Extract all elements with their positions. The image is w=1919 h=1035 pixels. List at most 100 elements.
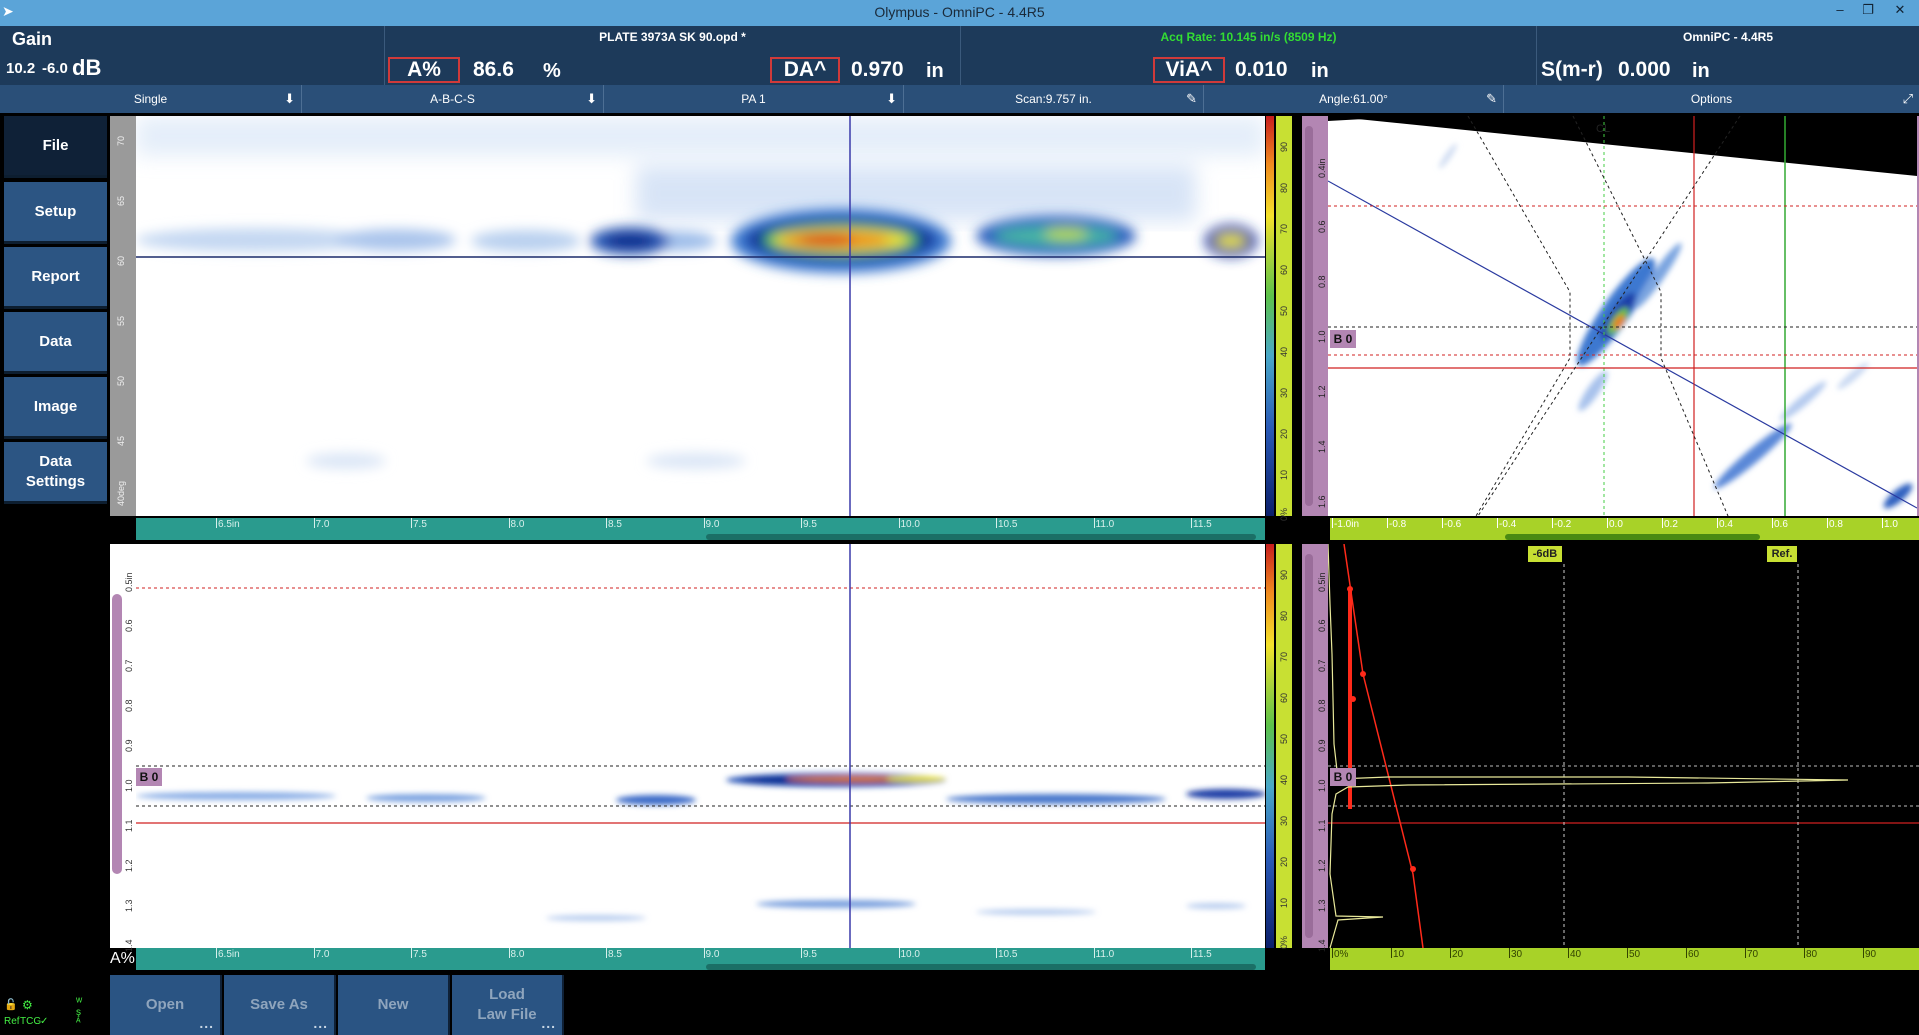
ruler-tick-label: 9.5 [803, 949, 817, 960]
bscan-scan-ruler[interactable]: 6.5in 7.0 7.5 8.0 8.5 9.0 9.5 10.0 10.5 11.0 11.5 [136, 948, 1265, 970]
bscan-palette-ruler[interactable]: 90 80 70 60 50 40 30 20 10 0% [1276, 544, 1292, 949]
sector-view[interactable]: CL [1328, 116, 1917, 516]
close-button[interactable]: ✕ [1886, 2, 1914, 22]
save-as-button[interactable]: Save As ... [224, 975, 336, 1035]
nav-image[interactable]: Image [4, 377, 107, 439]
ruler-tick-label: 20 [1452, 949, 1464, 960]
reading-3-label[interactable]: ViA^ [1153, 57, 1225, 83]
bscan-strip-scroll[interactable] [1305, 554, 1313, 938]
view-dropdown[interactable]: A-B-C-S ⬇ [302, 85, 604, 113]
nav-data-settings-line1: Data [39, 452, 72, 470]
ruler-tick-label: 0.9 [124, 739, 134, 752]
restore-button[interactable]: ❐ [1854, 2, 1882, 22]
reading-4-label[interactable]: S(m-r) [1541, 58, 1603, 82]
ruler-tick-label: 60 [1279, 692, 1289, 703]
ruler-tick-mark [1827, 518, 1828, 528]
cscan-depth-strip[interactable] [1302, 116, 1316, 516]
window-title-bar: ➤ Olympus - OmniPC - 4.4R5 – ❐ ✕ [0, 0, 1919, 26]
group-dropdown[interactable]: PA 1 ⬇ [604, 85, 904, 113]
options-button[interactable]: Options ⤢ [1504, 85, 1919, 113]
new-label: New [377, 996, 409, 1013]
cscan-depth-scroll[interactable] [1305, 126, 1313, 506]
sector-depth-ruler[interactable]: 0.4in 0.6 0.8 1.0 1.2 1.4 1.6 [1316, 116, 1328, 516]
cscan-view[interactable] [136, 116, 1265, 516]
cscan-color-palette[interactable] [1266, 116, 1274, 516]
reading-2-label[interactable]: DA^ [770, 57, 840, 83]
ruler-tick-mark [801, 948, 802, 958]
bscan-depth-ruler[interactable]: 0.5in 0.6 0.7 0.8 0.9 1.0 1.1 1.2 1.3 1.4 [110, 544, 136, 952]
ruler-tick-mark [1191, 518, 1192, 528]
amp-axis-label: A% [110, 950, 135, 967]
ruler-tick-mark [898, 518, 900, 528]
gain-panel[interactable]: Gain 10.2 -6.0 dB [0, 26, 385, 85]
bscan-scroll-thumb[interactable] [706, 964, 1256, 970]
load-law-file-button[interactable]: Load Law File ... [452, 975, 564, 1035]
ruler-tick-label: 40deg [116, 480, 126, 506]
ruler-tick-label: 60 [116, 255, 126, 266]
ruler-tick-label: 80 [1806, 949, 1818, 960]
tcg-status: TCG [20, 1016, 42, 1027]
layout-dropdown[interactable]: Single ⬇ [0, 85, 302, 113]
nav-file[interactable]: File [4, 116, 107, 178]
reading-1-unit: % [543, 60, 561, 82]
ruler-tick-label: 7.5 [413, 519, 427, 530]
nav-report[interactable]: Report [4, 247, 107, 309]
ruler-tick-label: 0.7 [124, 659, 134, 672]
ruler-tick-label: 70 [1747, 949, 1759, 960]
ascan-amplitude-ruler[interactable]: 0% 10 20 30 40 50 60 70 80 90 [1330, 948, 1919, 970]
sector-gate-label[interactable]: B 0 [1330, 330, 1356, 348]
ruler-tick-mark [1607, 518, 1608, 528]
cscan-angle-ruler[interactable]: 70 65 60 55 50 45 40deg [110, 116, 136, 516]
ruler-tick-label: 11.0 [1095, 519, 1115, 530]
ascan-6db-marker[interactable]: -6dB [1528, 546, 1562, 562]
ruler-tick-mark [1882, 518, 1883, 528]
ruler-tick-label: 55 [116, 315, 126, 326]
bscan-depth-strip[interactable] [1302, 544, 1316, 948]
gain-offset: -6.0 [42, 60, 68, 77]
ruler-tick-mark [411, 948, 412, 958]
new-button[interactable]: New [338, 975, 450, 1035]
nav-data[interactable]: Data [4, 312, 107, 374]
cscan-scan-ruler[interactable]: 6.5in 7.0 7.5 8.0 8.5 9.0 9.5 10.0 10.5 11.0 11.5 [136, 518, 1265, 540]
cscan-scroll-thumb[interactable] [706, 534, 1256, 540]
bscan-view[interactable] [136, 544, 1265, 948]
bscan-depth-scroll[interactable] [112, 594, 122, 874]
nav-setup[interactable]: Setup [4, 182, 107, 244]
ruler-tick-mark [216, 948, 217, 958]
sector-index-ruler[interactable]: -1.0in -0.8 -0.6 -0.4 -0.2 0.0 0.2 0.4 0.6 0.8 1.0 [1330, 518, 1919, 540]
ruler-tick-label: 1.1 [1317, 819, 1327, 832]
ruler-tick-label: 20 [1279, 856, 1289, 867]
reading-2-value: 0.970 [851, 58, 904, 81]
bscan-gate-label[interactable]: B 0 [136, 768, 162, 786]
status-check: ✓ [40, 1016, 49, 1027]
ascan-depth-ruler[interactable]: 0.5in 0.6 0.7 0.8 0.9 1.0 1.1 1.2 1.3 1.4 [1316, 544, 1328, 952]
ruler-tick-label: 50 [116, 375, 126, 386]
ruler-tick-mark [1387, 518, 1388, 528]
cscan-palette-ruler[interactable]: 90 80 70 60 50 40 30 20 10 0% [1276, 116, 1292, 521]
gain-label: Gain [12, 29, 53, 49]
scan-position-field[interactable]: Scan:9.757 in. ✎ [904, 85, 1204, 113]
ascan-ref-marker[interactable]: Ref. [1767, 546, 1797, 562]
ruler-tick-mark [1863, 948, 1864, 958]
bscan-color-palette[interactable] [1266, 544, 1274, 948]
open-button[interactable]: Open ... [110, 975, 222, 1035]
reading-1-value: 86.6 [473, 58, 514, 81]
ruler-tick-label: 45 [116, 435, 126, 446]
ruler-tick-label: 9.0 [705, 949, 720, 960]
nav-data-settings[interactable]: Data Settings [4, 442, 107, 504]
ruler-tick-label: 70 [1279, 223, 1289, 234]
reading-1-label[interactable]: A% [388, 57, 460, 83]
arrow-down-icon: ⬇ [586, 91, 597, 106]
angle-field[interactable]: Angle:61.00° ✎ [1204, 85, 1504, 113]
ruler-tick-label: 8.5 [608, 519, 622, 530]
ascan-gate-label[interactable]: B 0 [1330, 768, 1356, 786]
file-panel: PLATE 3973A SK 90.opd * A% 86.6 % DA^ 0.… [385, 26, 961, 85]
ruler-tick-label: 50 [1279, 305, 1289, 316]
ruler-tick-label: 7.0 [315, 519, 330, 530]
sector-scroll-thumb[interactable] [1505, 534, 1760, 540]
ruler-tick-mark [606, 518, 607, 528]
settings-icon: ⚙ [22, 998, 33, 1012]
ruler-tick-label: 0.8 [1317, 275, 1327, 288]
ascan-view[interactable] [1328, 544, 1919, 948]
minimize-button[interactable]: – [1826, 2, 1854, 22]
